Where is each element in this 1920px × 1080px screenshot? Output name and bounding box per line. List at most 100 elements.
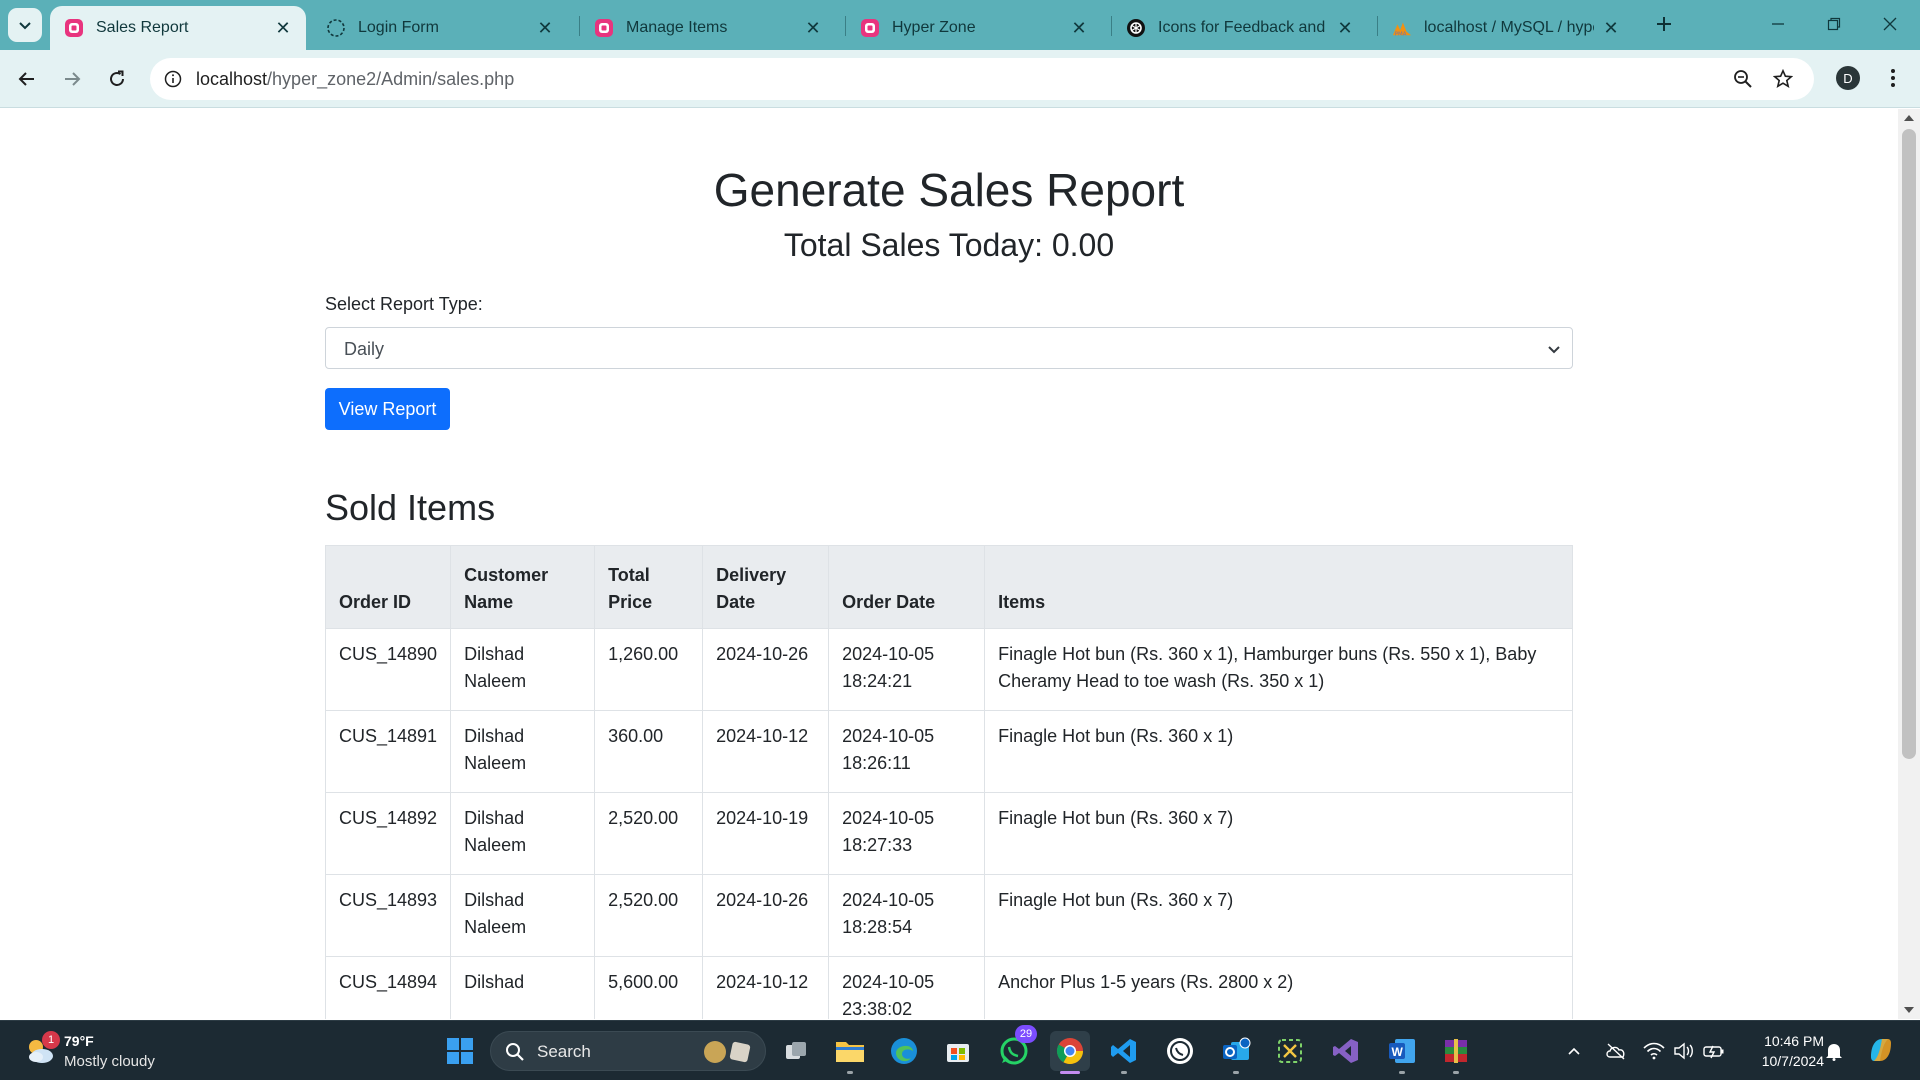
- cell-order-id: CUS_14893: [324, 874, 452, 957]
- outlook-button[interactable]: [1216, 1031, 1256, 1071]
- reload-button[interactable]: [100, 62, 134, 96]
- tab-label: Hyper Zone: [892, 19, 976, 36]
- tab-label: Manage Items: [626, 19, 728, 36]
- chevron-down-icon: [1546, 341, 1562, 357]
- scroll-up-arrow-icon[interactable]: [1904, 115, 1914, 121]
- tab-phpmyadmin[interactable]: PMA localhost / MySQL / hyper ✕: [1378, 6, 1634, 50]
- close-tab-icon[interactable]: ✕: [272, 17, 294, 39]
- snipping-tool-button[interactable]: [1270, 1031, 1310, 1071]
- browser-toolbar: localhost/hyper_zone2/Admin/sales.php: [0, 50, 1920, 108]
- whatsapp-button[interactable]: [1160, 1031, 1200, 1071]
- cell-customer-name: Dilshad Naleem: [450, 710, 596, 793]
- new-tab-button[interactable]: [1650, 10, 1678, 38]
- cell-total-price: 2,520.00: [594, 792, 704, 875]
- scroll-down-arrow-icon[interactable]: [1904, 1007, 1914, 1013]
- chrome-button[interactable]: [1050, 1031, 1090, 1071]
- svg-text:PMA: PMA: [1395, 31, 1407, 37]
- site-info-icon[interactable]: [160, 66, 186, 92]
- minimize-button[interactable]: [1752, 0, 1804, 48]
- phpmyadmin-logo-icon: PMA: [1392, 18, 1412, 38]
- reload-icon: [110, 70, 124, 86]
- restore-button[interactable]: [1808, 0, 1860, 48]
- clock-date: 10/7/2024: [1761, 1053, 1824, 1069]
- taskbar-clock[interactable]: 10:46 PM 10/7/2024: [1744, 1031, 1824, 1071]
- cell-items: Anchor Plus 1-5 years (Rs. 2800 x 2): [984, 956, 1573, 1019]
- store-icon: [947, 1044, 969, 1062]
- close-tab-icon[interactable]: ✕: [1600, 17, 1622, 39]
- profile-avatar[interactable]: D: [1836, 66, 1860, 90]
- start-button[interactable]: [440, 1031, 480, 1071]
- copilot-icon[interactable]: [1866, 1035, 1896, 1065]
- header-items: Items: [984, 545, 1573, 629]
- address-bar[interactable]: localhost/hyper_zone2/Admin/sales.php: [150, 58, 1814, 100]
- windows-logo-icon: [447, 1038, 473, 1064]
- forward-button[interactable]: [55, 62, 89, 96]
- notification-bell-icon[interactable]: [1822, 1039, 1846, 1063]
- whatsapp-unread-badge: 29: [1015, 1025, 1037, 1043]
- cell-order-id: CUS_14890: [324, 628, 452, 711]
- winrar-button[interactable]: [1436, 1031, 1476, 1071]
- header-order-date: Order Date: [828, 545, 986, 629]
- hyper-zone-favicon-icon: [594, 18, 614, 38]
- page-viewport: Generate Sales Report Total Sales Today:…: [0, 109, 1898, 1019]
- taskbar-search[interactable]: Search: [490, 1031, 766, 1071]
- table-row: CUS_14892 Dilshad Naleem 2,520.00 2024-1…: [324, 792, 1573, 875]
- word-button[interactable]: W: [1382, 1031, 1422, 1071]
- edge-button[interactable]: [884, 1031, 924, 1071]
- cell-order-id: CUS_14894: [324, 956, 452, 1019]
- tab-login-form[interactable]: Login Form ✕: [312, 6, 568, 50]
- volume-icon[interactable]: [1672, 1039, 1696, 1063]
- tab-search-button[interactable]: [8, 8, 42, 42]
- search-highlight-icon: [704, 1041, 751, 1063]
- cell-items: Finagle Hot bun (Rs. 360 x 1), Hamburger…: [984, 628, 1573, 711]
- scrollbar-thumb[interactable]: [1902, 129, 1916, 759]
- microsoft-store-button[interactable]: [938, 1031, 978, 1071]
- forward-arrow-icon: [65, 72, 81, 86]
- outlook-icon: [1223, 1037, 1251, 1060]
- cell-items: Finagle Hot bun (Rs. 360 x 1): [984, 710, 1573, 793]
- close-window-button[interactable]: [1864, 0, 1916, 48]
- hyper-zone-favicon-icon: [860, 18, 880, 38]
- visual-studio-button[interactable]: [1326, 1031, 1366, 1071]
- tab-icons-feedback[interactable]: Icons for Feedback and Co ✕: [1112, 6, 1368, 50]
- table-row: CUS_14890 Dilshad Naleem 1,260.00 2024-1…: [324, 628, 1573, 711]
- view-report-button[interactable]: View Report: [325, 388, 450, 430]
- tab-hyper-zone[interactable]: Hyper Zone ✕: [846, 6, 1102, 50]
- cell-order-date: 2024-10-05 18:27:33: [828, 792, 986, 875]
- bookmark-star-icon[interactable]: [1770, 66, 1796, 92]
- svg-text:W: W: [1392, 1045, 1404, 1059]
- back-button[interactable]: [10, 62, 44, 96]
- vscode-button[interactable]: [1104, 1031, 1144, 1071]
- more-vertical-icon: [1891, 69, 1895, 87]
- cell-customer-name: Dilshad: [450, 956, 596, 1019]
- task-view-button[interactable]: [776, 1031, 816, 1071]
- close-tab-icon[interactable]: ✕: [1068, 17, 1090, 39]
- browser-menu-button[interactable]: [1880, 64, 1906, 92]
- page-scrollbar[interactable]: [1898, 109, 1920, 1019]
- cell-customer-name: Dilshad Naleem: [450, 792, 596, 875]
- onedrive-offline-icon[interactable]: [1604, 1039, 1628, 1063]
- cell-delivery-date: 2024-10-26: [702, 628, 830, 711]
- battery-charging-icon[interactable]: [1702, 1039, 1726, 1063]
- cell-order-date: 2024-10-05 18:26:11: [828, 710, 986, 793]
- cell-order-date: 2024-10-05 18:28:54: [828, 874, 986, 957]
- running-indicator: [1121, 1071, 1127, 1074]
- cell-delivery-date: 2024-10-12: [702, 956, 830, 1019]
- report-type-select[interactable]: Daily: [325, 327, 1573, 369]
- show-hidden-icons-chevron-icon[interactable]: [1562, 1039, 1586, 1063]
- folder-icon: [836, 1042, 864, 1062]
- tab-label: Login Form: [358, 19, 439, 36]
- tab-manage-items[interactable]: Manage Items ✕: [580, 6, 836, 50]
- close-tab-icon[interactable]: ✕: [1334, 17, 1356, 39]
- weather-widget[interactable]: 1 79°F Mostly cloudy: [20, 1029, 170, 1073]
- running-indicator: [1453, 1071, 1459, 1074]
- zoom-icon[interactable]: [1730, 66, 1756, 92]
- wifi-icon[interactable]: [1642, 1039, 1666, 1063]
- tab-sales-report[interactable]: Sales Report ✕: [50, 6, 306, 50]
- file-explorer-button[interactable]: [830, 1031, 870, 1071]
- profile-initial: D: [1843, 70, 1853, 86]
- close-tab-icon[interactable]: ✕: [802, 17, 824, 39]
- active-app-indicator: [1060, 1071, 1080, 1074]
- cell-customer-name: Dilshad Naleem: [450, 628, 596, 711]
- close-tab-icon[interactable]: ✕: [534, 17, 556, 39]
